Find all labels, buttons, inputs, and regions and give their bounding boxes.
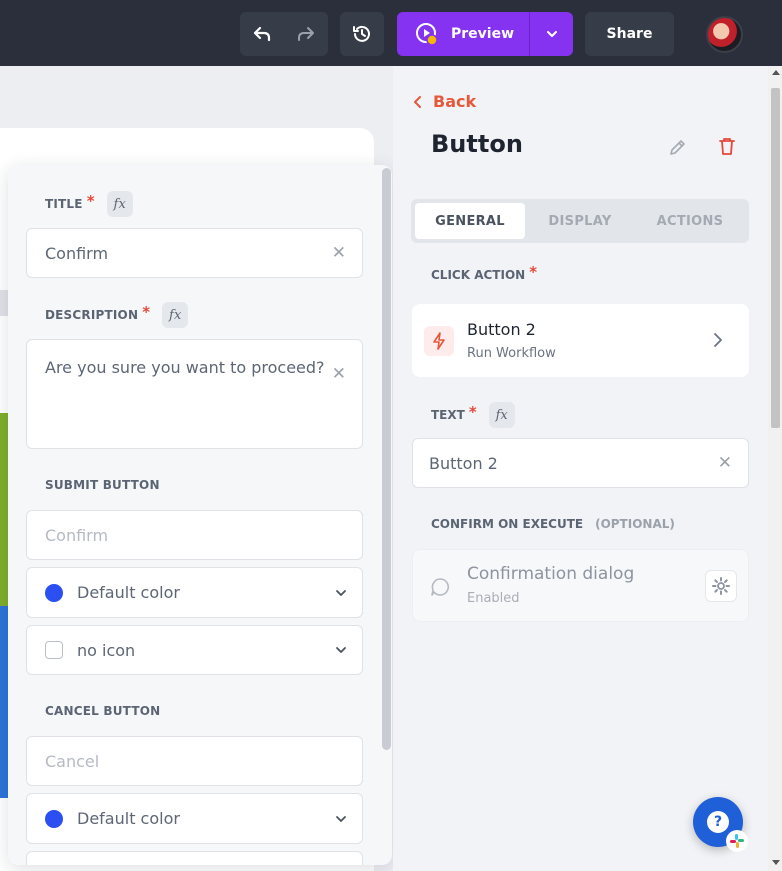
question-icon: ? bbox=[707, 811, 729, 833]
click-action-card[interactable]: Button 2 Run Workflow bbox=[412, 304, 749, 377]
clear-icon[interactable]: ✕ bbox=[718, 453, 732, 473]
cancel-icon-select[interactable] bbox=[26, 851, 363, 865]
redo-icon bbox=[298, 27, 314, 41]
text-input[interactable]: Button 2 ✕ bbox=[412, 438, 749, 488]
color-swatch-icon bbox=[45, 809, 63, 828]
description-textarea[interactable]: Are you sure you want to proceed? ✕ bbox=[26, 339, 363, 449]
fx-toggle-text[interactable]: fx bbox=[488, 402, 515, 428]
chat-bubble-icon bbox=[431, 578, 449, 596]
avatar[interactable] bbox=[706, 16, 743, 53]
confirm-title: Confirmation dialog bbox=[467, 564, 635, 584]
preview-button-group: Preview bbox=[397, 12, 573, 56]
chevron-right-icon bbox=[714, 333, 722, 347]
cancel-button-text-input[interactable]: Cancel bbox=[26, 736, 363, 786]
scroll-down-icon[interactable] bbox=[772, 860, 780, 865]
fx-toggle-title[interactable]: fx bbox=[106, 191, 133, 217]
scrollbar-thumb[interactable] bbox=[771, 88, 780, 428]
description-label: DESCRIPTION * fx bbox=[45, 302, 189, 328]
submit-icon-value: no icon bbox=[77, 640, 136, 660]
scroll-up-icon[interactable] bbox=[772, 70, 780, 75]
text-value: Button 2 bbox=[429, 453, 498, 473]
title-value: Confirm bbox=[45, 243, 109, 263]
trash-icon[interactable] bbox=[718, 136, 736, 156]
chevron-down-icon bbox=[336, 589, 346, 596]
clear-icon[interactable]: ✕ bbox=[332, 243, 346, 263]
lightning-icon bbox=[424, 326, 454, 356]
submit-icon-select[interactable]: no icon bbox=[26, 625, 363, 675]
confirm-on-execute-label: CONFIRM ON EXECUTE (OPTIONAL) bbox=[431, 517, 675, 531]
submit-button-text-input[interactable]: Confirm bbox=[26, 510, 363, 560]
back-link[interactable]: Back bbox=[413, 92, 476, 111]
click-action-label: CLICK ACTION * bbox=[431, 263, 538, 282]
tab-actions[interactable]: ACTIONS bbox=[635, 203, 745, 239]
preview-label: Preview bbox=[451, 26, 515, 42]
color-swatch-icon bbox=[45, 583, 63, 602]
history-icon bbox=[353, 25, 370, 42]
cancel-color-select[interactable]: Default color bbox=[26, 793, 363, 844]
history-button[interactable] bbox=[340, 12, 384, 56]
chevron-down-icon bbox=[336, 647, 346, 653]
tab-general[interactable]: GENERAL bbox=[415, 203, 525, 239]
cancel-placeholder: Cancel bbox=[45, 751, 100, 771]
confirm-subtitle: Enabled bbox=[467, 591, 520, 606]
panel-scrollbar[interactable] bbox=[769, 66, 782, 871]
submit-button-section-label: SUBMIT BUTTON bbox=[45, 478, 160, 492]
component-title: Button bbox=[431, 130, 523, 158]
submit-color-select[interactable]: Default color bbox=[26, 567, 363, 618]
canvas-element-gray bbox=[0, 290, 8, 316]
share-button[interactable]: Share bbox=[585, 12, 674, 56]
top-bar: Preview Share bbox=[0, 0, 782, 66]
slack-icon bbox=[726, 830, 748, 852]
fx-toggle-description[interactable]: fx bbox=[162, 302, 189, 328]
action-title: Button 2 bbox=[467, 320, 536, 339]
title-input[interactable]: Confirm ✕ bbox=[26, 228, 363, 278]
icon-placeholder-box bbox=[45, 641, 63, 659]
optional-tag: (OPTIONAL) bbox=[595, 517, 675, 531]
popover-scrollbar[interactable] bbox=[382, 168, 391, 750]
submit-color-value: Default color bbox=[77, 583, 180, 602]
preview-button[interactable]: Preview bbox=[397, 12, 529, 56]
chevron-down-icon bbox=[546, 31, 557, 37]
chevron-down-icon bbox=[336, 815, 346, 822]
chevron-left-icon bbox=[414, 95, 421, 108]
confirmation-dialog-card[interactable]: Confirmation dialog Enabled bbox=[412, 549, 749, 622]
action-subtitle: Run Workflow bbox=[467, 346, 556, 361]
pencil-icon[interactable] bbox=[668, 137, 688, 157]
back-label: Back bbox=[433, 92, 477, 111]
cancel-button-section-label: CANCEL BUTTON bbox=[45, 704, 161, 718]
preview-icon bbox=[416, 23, 438, 46]
canvas-element-green bbox=[0, 413, 8, 606]
cancel-color-value: Default color bbox=[77, 809, 180, 828]
text-label: TEXT * fx bbox=[431, 402, 515, 428]
redo-button[interactable] bbox=[284, 12, 328, 56]
undo-icon bbox=[253, 26, 271, 42]
undo-button[interactable] bbox=[240, 12, 284, 56]
tab-display[interactable]: DISPLAY bbox=[525, 203, 635, 239]
submit-placeholder: Confirm bbox=[45, 525, 109, 545]
panel-tabs: GENERAL DISPLAY ACTIONS bbox=[411, 199, 749, 243]
undo-redo-group bbox=[240, 12, 328, 56]
preview-dropdown-button[interactable] bbox=[530, 27, 573, 41]
clear-icon[interactable]: ✕ bbox=[332, 364, 346, 384]
settings-button[interactable] bbox=[705, 570, 737, 602]
canvas-element-blue bbox=[0, 606, 8, 798]
gear-icon bbox=[712, 577, 730, 595]
description-value: Are you sure you want to proceed? bbox=[45, 358, 325, 377]
title-label: TITLE * fx bbox=[45, 191, 133, 217]
